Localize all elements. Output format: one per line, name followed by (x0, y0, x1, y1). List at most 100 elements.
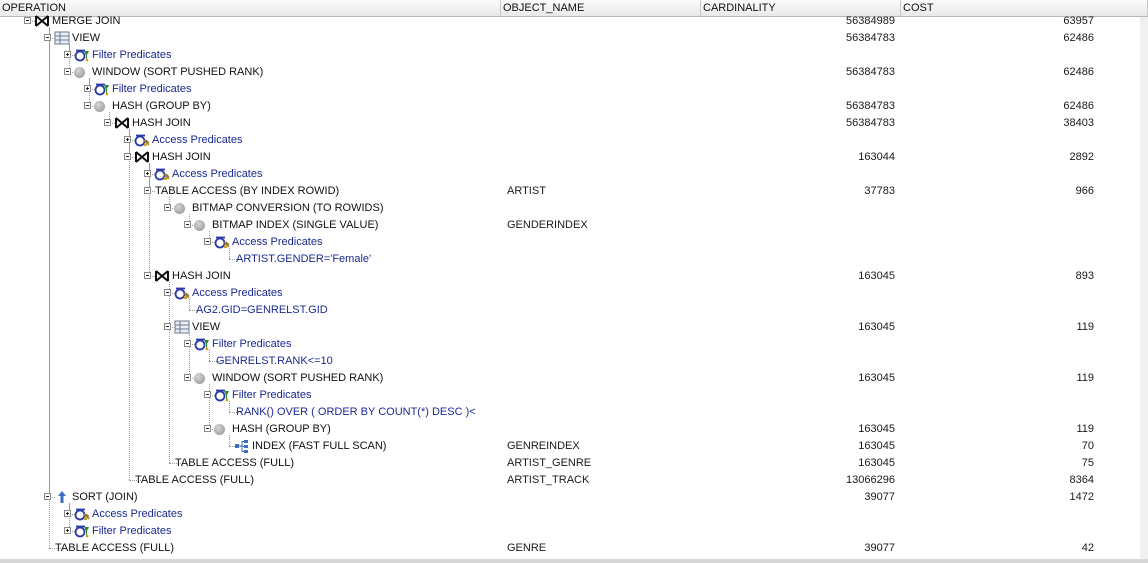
expand-toggle[interactable] (144, 170, 151, 177)
plan-row[interactable]: Access Predicates (0, 166, 1148, 183)
collapse-toggle[interactable] (184, 374, 191, 381)
plan-row[interactable]: Access Predicates (0, 506, 1148, 523)
filter-icon (194, 338, 209, 351)
filter-icon (214, 389, 229, 402)
operation-icon (214, 424, 225, 435)
plan-row[interactable]: BITMAP INDEX (SINGLE VALUE) GENDERINDEX (0, 217, 1148, 234)
plan-row[interactable]: Access Predicates (0, 234, 1148, 251)
plan-row[interactable]: GENRELST.RANK<=10 (0, 353, 1148, 370)
collapse-toggle[interactable] (164, 204, 171, 211)
collapse-toggle[interactable] (144, 272, 151, 279)
collapse-toggle[interactable] (104, 119, 111, 126)
plan-row[interactable]: WINDOW (SORT PUSHED RANK) 56384783 62486 (0, 64, 1148, 81)
plan-row[interactable]: Filter Predicates (0, 47, 1148, 64)
plan-row[interactable]: HASH JOIN 163045 893 (0, 268, 1148, 285)
plan-row[interactable]: INDEX (FAST FULL SCAN) GENREINDEX 163045 70 (0, 438, 1148, 455)
collapse-toggle[interactable] (184, 221, 191, 228)
operation-name: TABLE ACCESS (FULL) (55, 542, 174, 554)
plan-row[interactable]: Access Predicates (0, 132, 1148, 149)
collapse-toggle[interactable] (204, 391, 211, 398)
collapse-toggle[interactable] (184, 340, 191, 347)
operation-name: HASH JOIN (152, 151, 211, 163)
plan-row[interactable]: BITMAP CONVERSION (TO ROWIDS) (0, 200, 1148, 217)
collapse-toggle[interactable] (144, 187, 151, 194)
index-icon (235, 440, 248, 453)
filter-icon (94, 83, 109, 96)
plan-row[interactable]: TABLE ACCESS (FULL) ARTIST_TRACK 13066296 8… (0, 472, 1148, 489)
operation-name: WINDOW (SORT PUSHED RANK) (92, 66, 264, 78)
operation-name: HASH JOIN (172, 270, 231, 282)
collapse-toggle[interactable] (204, 425, 211, 432)
plan-row[interactable]: SORT (JOIN) 39077 1472 (0, 489, 1148, 506)
predicate-label: Filter Predicates (232, 389, 312, 401)
predicate-label: Filter Predicates (212, 338, 292, 350)
operation-name: VIEW (192, 321, 221, 333)
cardinality-value: 163044 (858, 151, 895, 163)
join-icon (135, 151, 149, 163)
view-icon (54, 31, 70, 45)
cardinality-value: 39077 (864, 542, 895, 554)
expand-toggle[interactable] (64, 510, 71, 517)
predicate-label: Access Predicates (152, 134, 243, 146)
plan-row[interactable]: TABLE ACCESS (FULL) ARTIST_GENRE 163045 75 (0, 455, 1148, 472)
collapse-toggle[interactable] (164, 289, 171, 296)
expand-toggle[interactable] (84, 85, 91, 92)
collapse-toggle[interactable] (164, 323, 171, 330)
plan-row[interactable]: HASH (GROUP BY) 56384783 62486 (0, 98, 1148, 115)
predicate-label: Access Predicates (172, 168, 263, 180)
plan-row[interactable]: WINDOW (SORT PUSHED RANK) 163045 119 (0, 370, 1148, 387)
collapse-toggle[interactable] (44, 34, 51, 41)
join-icon (115, 117, 129, 129)
cardinality-value: 56384989 (846, 15, 895, 27)
plan-row[interactable]: TABLE ACCESS (BY INDEX ROWID) ARTIST 37783… (0, 183, 1148, 200)
plan-row[interactable]: MERGE JOIN 56384989 63957 (0, 13, 1148, 30)
operation-name: HASH (GROUP BY) (112, 100, 211, 112)
collapse-toggle[interactable] (24, 17, 31, 24)
access-icon (74, 508, 90, 521)
collapse-toggle[interactable] (124, 153, 131, 160)
plan-row[interactable]: HASH (GROUP BY) 163045 119 (0, 421, 1148, 438)
predicate-label: Filter Predicates (92, 49, 172, 61)
plan-row[interactable]: Access Predicates (0, 285, 1148, 302)
view-icon (174, 320, 190, 334)
plan-row[interactable]: TABLE ACCESS (FULL) GENRE 39077 42 (0, 540, 1148, 557)
cost-value: 70 (1081, 440, 1094, 452)
collapse-toggle[interactable] (64, 68, 71, 75)
expand-toggle[interactable] (64, 527, 71, 534)
plan-row[interactable]: Filter Predicates (0, 336, 1148, 353)
cost-value: 38403 (1063, 117, 1094, 129)
operation-name: BITMAP INDEX (SINGLE VALUE) (212, 219, 379, 231)
expand-toggle[interactable] (124, 136, 131, 143)
cardinality-value: 163045 (858, 372, 895, 384)
object-name: GENDERINDEX (507, 219, 588, 231)
plan-row[interactable]: VIEW 56384783 62486 (0, 30, 1148, 47)
vertical-scrollbar[interactable] (1140, 17, 1148, 563)
cost-value: 62486 (1063, 100, 1094, 112)
cardinality-value: 163045 (858, 457, 895, 469)
access-icon (134, 134, 150, 147)
collapse-toggle[interactable] (204, 238, 211, 245)
plan-row[interactable]: Filter Predicates (0, 81, 1148, 98)
operation-name: TABLE ACCESS (FULL) (175, 457, 294, 469)
filter-icon (74, 525, 89, 538)
object-name: ARTIST_TRACK (507, 474, 590, 486)
collapse-toggle[interactable] (44, 493, 51, 500)
plan-row[interactable]: ARTIST.GENDER='Female' (0, 251, 1148, 268)
cost-value: 62486 (1063, 32, 1094, 44)
object-name: GENRE (507, 542, 547, 554)
horizontal-scrollbar[interactable] (0, 559, 1148, 563)
plan-row[interactable]: Filter Predicates (0, 387, 1148, 404)
predicate-label: Access Predicates (92, 508, 183, 520)
plan-row[interactable]: VIEW 163045 119 (0, 319, 1148, 336)
cost-value: 8364 (1069, 474, 1094, 486)
access-icon (174, 287, 190, 300)
expand-toggle[interactable] (64, 51, 71, 58)
plan-row[interactable]: HASH JOIN 163044 2892 (0, 149, 1148, 166)
plan-row[interactable]: HASH JOIN 56384783 38403 (0, 115, 1148, 132)
plan-row[interactable]: RANK() OVER ( ORDER BY COUNT(*) DESC )< (0, 404, 1148, 421)
collapse-toggle[interactable] (84, 102, 91, 109)
operation-name: SORT (JOIN) (72, 491, 138, 503)
plan-row[interactable]: AG2.GID=GENRELST.GID (0, 302, 1148, 319)
plan-row[interactable]: Filter Predicates (0, 523, 1148, 540)
predicate-label: Filter Predicates (92, 525, 172, 537)
